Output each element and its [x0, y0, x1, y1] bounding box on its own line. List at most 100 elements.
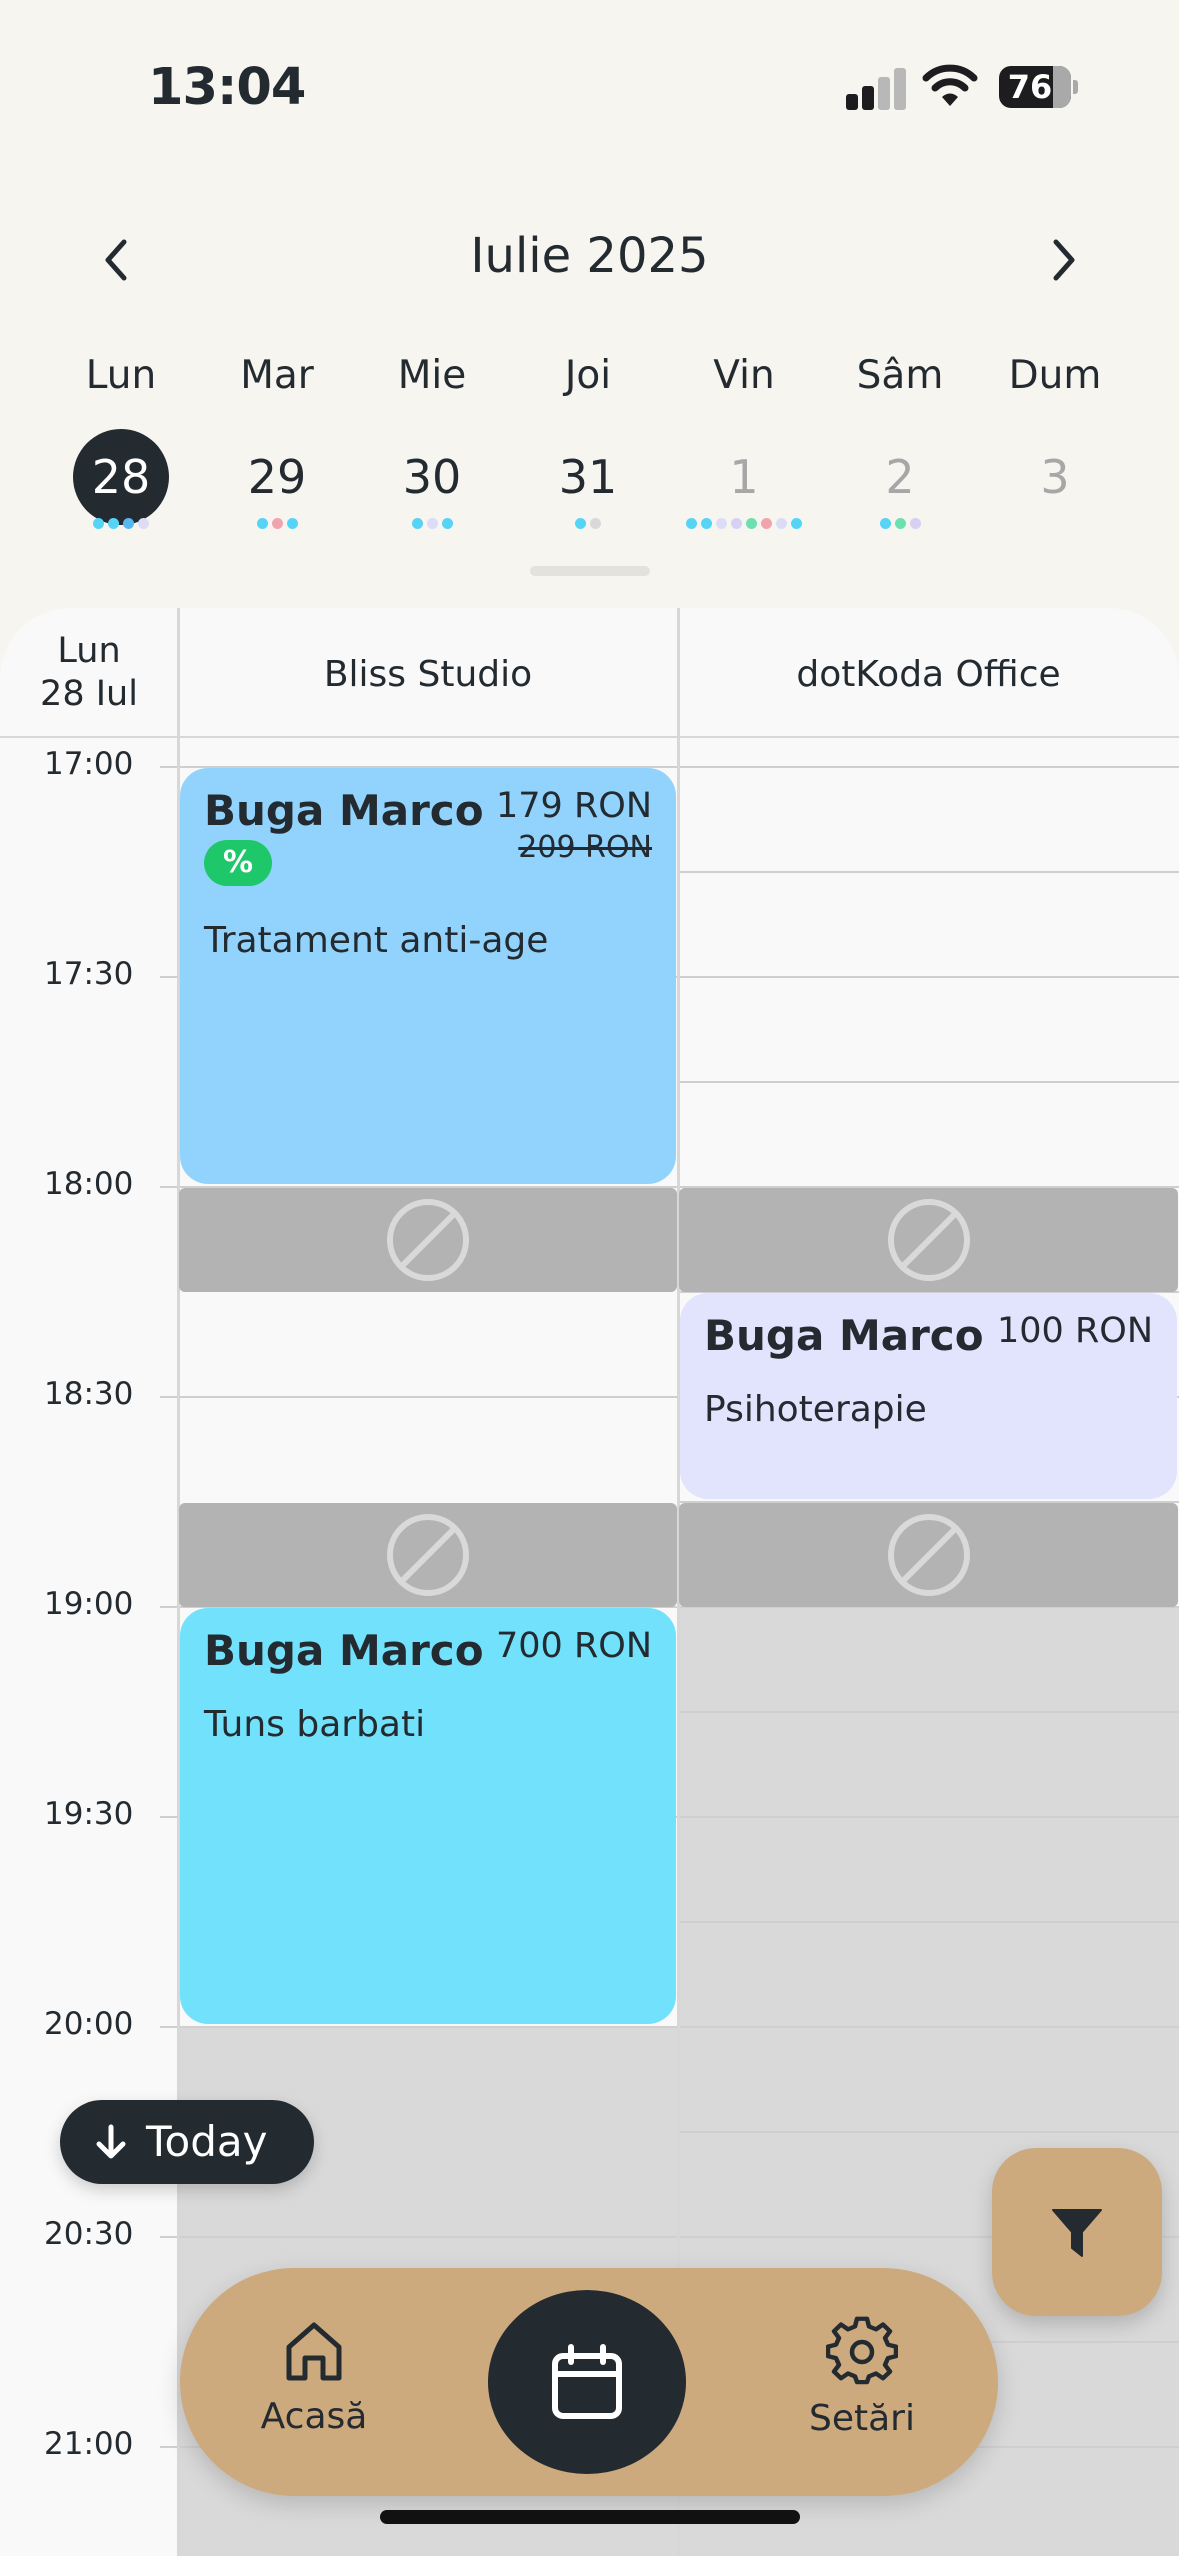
appointment-dot — [426, 518, 438, 529]
grid-line — [160, 2026, 1179, 2028]
appointment-dot — [879, 518, 891, 529]
discount-badge: % — [204, 840, 272, 886]
price: 700 RON — [496, 1626, 652, 1666]
today-button[interactable]: Today — [60, 2100, 314, 2184]
appointment-dot — [776, 518, 787, 529]
today-label: Today — [146, 2117, 268, 2166]
filter-button[interactable] — [992, 2148, 1162, 2316]
appointment-dot — [123, 518, 134, 529]
nav-settings[interactable]: Setări — [762, 2316, 962, 2439]
battery-level: 76 — [1007, 68, 1053, 106]
blocked-icon — [887, 1514, 970, 1596]
appointment-card[interactable]: Buga Marco 700 RON Tuns barbati — [180, 1608, 676, 2024]
day-1[interactable]: Vin 1 — [666, 345, 822, 545]
grid-line — [678, 1711, 1179, 1713]
time-label: 18:00 — [44, 1166, 134, 1202]
service-name: Psihoterapie — [704, 1389, 927, 1430]
appointment-card[interactable]: Buga Marco 179 RON 209 RON% Tratament anti-… — [180, 768, 676, 1184]
time-label: 17:30 — [44, 956, 134, 992]
blocked-slot — [179, 1188, 677, 1292]
day-number: 31 — [558, 450, 618, 504]
day-number: 29 — [247, 450, 307, 504]
day-name: Mie — [397, 353, 467, 398]
nav-settings-label: Setări — [809, 2398, 915, 2439]
price: 100 RON — [997, 1311, 1153, 1351]
blocked-slot — [679, 1188, 1178, 1292]
appointment-dot — [701, 518, 712, 529]
appointment-dot — [575, 518, 586, 529]
appointment-dots — [199, 518, 355, 530]
appointment-dot — [731, 518, 742, 529]
appointment-dots — [354, 518, 510, 530]
appointment-dot — [256, 518, 268, 529]
client-name: Buga Marco — [204, 786, 484, 835]
selected-day-label: Lun 28 Iul — [0, 630, 178, 716]
time-label: 19:00 — [44, 1586, 134, 1622]
client-name: Buga Marco — [704, 1311, 984, 1360]
time-label: 20:30 — [44, 2216, 134, 2252]
day-label: Lun — [57, 631, 121, 671]
drag-handle[interactable] — [530, 566, 650, 576]
grid-line — [678, 871, 1179, 873]
column-header-dotkoda-office: dotKoda Office — [796, 654, 1061, 695]
time-label: 18:30 — [44, 1376, 134, 1412]
appointment-dots — [43, 518, 199, 530]
day-number: 2 — [885, 450, 915, 504]
appointment-dot — [138, 518, 149, 529]
blocked-icon — [387, 1514, 469, 1596]
blocked-slot — [679, 1503, 1178, 1607]
time-label: 21:00 — [44, 2426, 134, 2462]
month-navigation: Iulie 2025 — [0, 210, 1179, 310]
appointment-dots — [822, 518, 978, 530]
day-number: 1 — [729, 450, 759, 504]
week-strip: Lun 28 Mar 29 Mie 30 Joi 31 Vin 1 Sâm 2 Dum 3 — [0, 345, 1179, 545]
status-time: 13:04 — [148, 58, 306, 117]
chevron-right-icon[interactable] — [1032, 230, 1092, 290]
status-bar: 13:04 76 — [0, 0, 1179, 170]
time-label: 17:00 — [44, 746, 134, 782]
appointment-dot — [108, 518, 119, 529]
home-icon — [286, 2322, 342, 2381]
blocked-icon — [387, 1199, 469, 1281]
appointment-dot — [894, 518, 906, 529]
column-header-bliss-studio: Bliss Studio — [323, 654, 533, 695]
day-31[interactable]: Joi 31 — [510, 345, 666, 545]
service-name: Tratament anti-age — [204, 920, 549, 961]
day-name: Dum — [1008, 353, 1102, 398]
day-30[interactable]: Mie 30 — [354, 345, 510, 545]
appointment-dot — [716, 518, 727, 529]
filter-icon — [1052, 2209, 1102, 2257]
day-2[interactable]: Sâm 2 — [822, 345, 978, 545]
time-label: 20:00 — [44, 2006, 134, 2042]
appointment-dot — [761, 518, 772, 529]
appointment-dot — [909, 518, 921, 529]
day-3[interactable]: Dum 3 — [977, 345, 1133, 545]
day-name: Sâm — [856, 353, 944, 398]
nav-calendar[interactable] — [488, 2290, 686, 2474]
day-name: Vin — [713, 353, 775, 398]
calendar-icon — [552, 2344, 622, 2419]
wifi-icon — [922, 62, 978, 108]
signal-icon — [846, 66, 906, 110]
date-label: 28 Iul — [40, 674, 138, 714]
day-29[interactable]: Mar 29 — [199, 345, 355, 545]
client-name: Buga Marco — [204, 1626, 484, 1675]
arrow-down-icon — [96, 2124, 126, 2159]
blocked-slot — [179, 1503, 677, 1607]
appointment-dot — [686, 518, 697, 529]
price: 179 RON — [496, 786, 652, 826]
gear-icon — [825, 2316, 899, 2385]
appointment-dot — [411, 518, 423, 529]
appointment-dot — [590, 518, 601, 529]
day-28[interactable]: Lun 28 — [43, 345, 199, 545]
day-number: 28 — [73, 429, 169, 525]
old-price: 209 RON — [518, 830, 652, 865]
appointment-dot — [746, 518, 757, 529]
appointment-dot — [441, 518, 453, 529]
grid-line — [678, 2131, 1179, 2133]
day-name: Joi — [564, 353, 612, 398]
bottom-navigation: Acasă Setări — [180, 2268, 998, 2496]
service-name: Tuns barbati — [204, 1704, 426, 1745]
nav-home[interactable]: Acasă — [214, 2316, 414, 2437]
appointment-card[interactable]: Buga Marco 100 RON Psihoterapie — [680, 1293, 1177, 1499]
